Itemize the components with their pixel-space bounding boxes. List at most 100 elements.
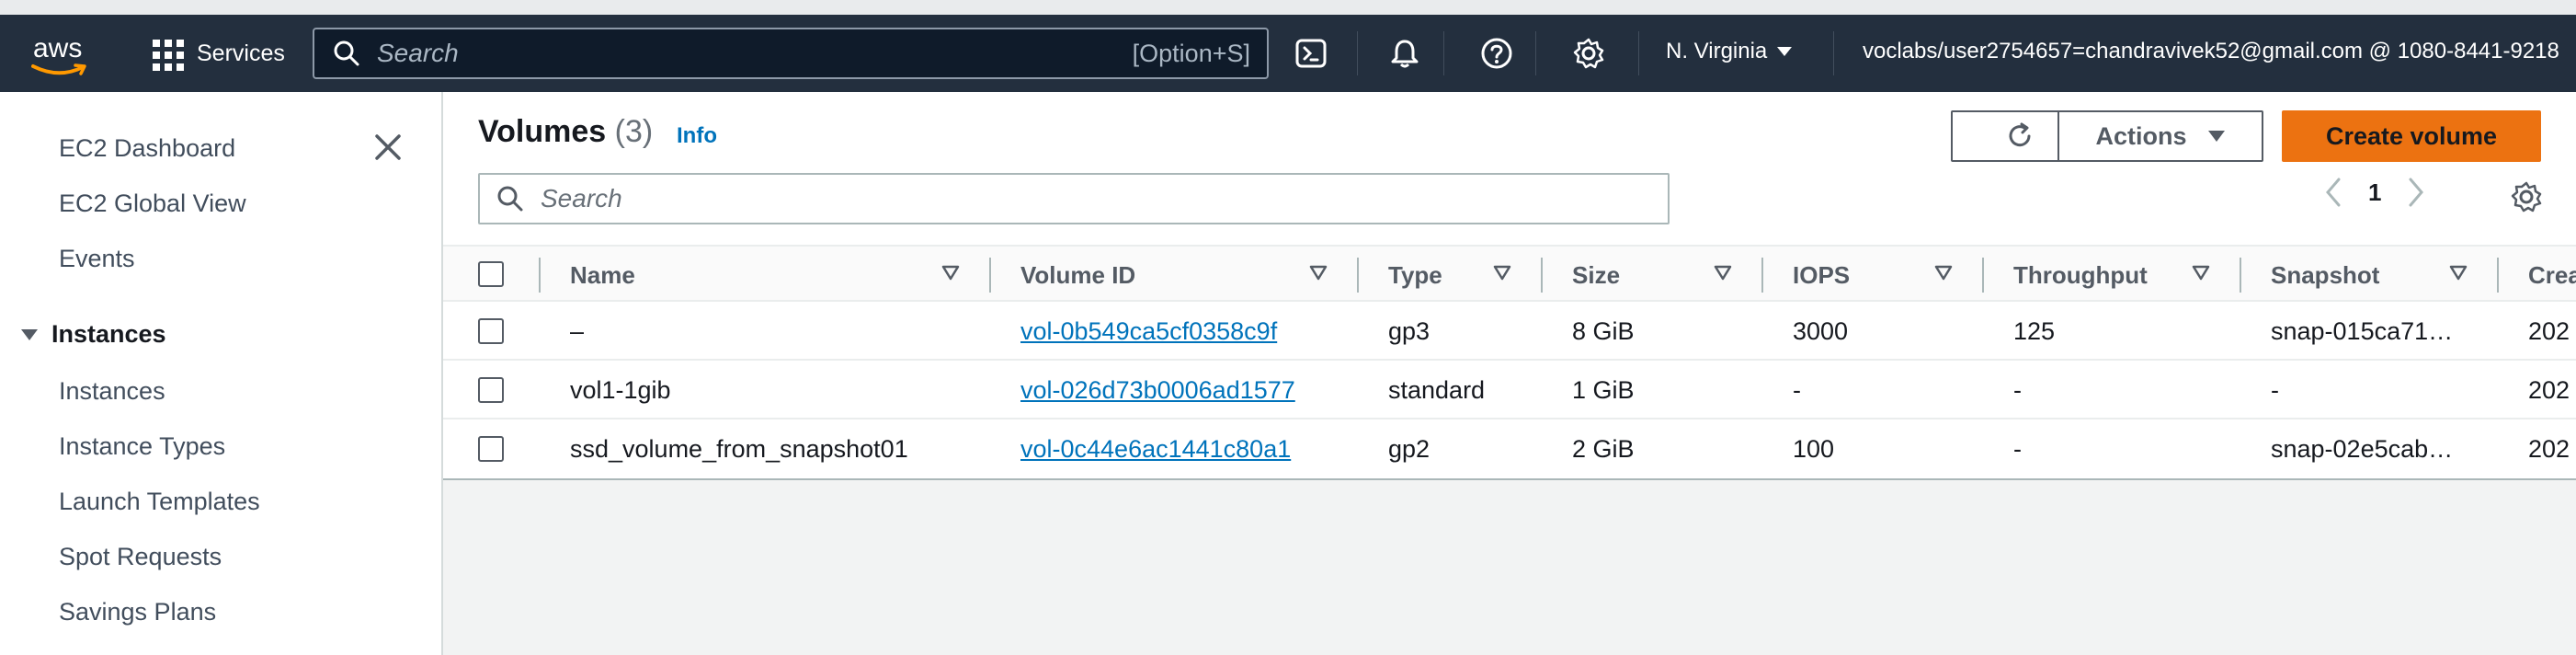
column-separator bbox=[2497, 258, 2499, 293]
cloudshell-icon[interactable] bbox=[1293, 35, 1329, 72]
column-header-name[interactable]: Name bbox=[570, 261, 635, 290]
chevron-right-icon[interactable] bbox=[2407, 177, 2425, 208]
aws-logo[interactable]: aws bbox=[28, 29, 96, 77]
table-row[interactable]: ssd_volume_from_snapshot01 vol-0c44e6ac1… bbox=[443, 419, 2576, 478]
page-number[interactable]: 1 bbox=[2368, 178, 2381, 207]
cell-throughput: - bbox=[2013, 435, 2022, 463]
sidebar-item-instances[interactable]: Instances bbox=[59, 377, 165, 406]
sort-icon[interactable] bbox=[1309, 265, 1328, 282]
divider bbox=[1638, 31, 1639, 75]
region-label: N. Virginia bbox=[1666, 39, 1768, 63]
page-title: Volumes (3) bbox=[478, 114, 653, 150]
sort-icon[interactable] bbox=[941, 265, 960, 282]
select-all-checkbox[interactable] bbox=[478, 261, 504, 287]
create-volume-button[interactable]: Create volume bbox=[2282, 110, 2541, 162]
cell-type: gp3 bbox=[1388, 317, 1430, 345]
actions-label: Actions bbox=[2095, 121, 2187, 150]
cell-name: vol1-1gib bbox=[570, 376, 671, 404]
sort-icon[interactable] bbox=[1493, 265, 1511, 282]
sidebar-item-ec2-global-view[interactable]: EC2 Global View bbox=[59, 190, 246, 218]
sort-icon[interactable] bbox=[1934, 265, 1953, 282]
column-separator bbox=[989, 258, 991, 293]
table-row[interactable]: – vol-0b549ca5cf0358c9f gp3 8 GiB 3000 1… bbox=[443, 302, 2576, 361]
cell-type: gp2 bbox=[1388, 435, 1430, 463]
table-row[interactable]: vol1-1gib vol-026d73b0006ad1577 standard… bbox=[443, 361, 2576, 419]
caret-down-icon bbox=[2207, 131, 2225, 142]
cell-iops: 100 bbox=[1793, 435, 1835, 463]
services-button[interactable]: Services bbox=[151, 33, 285, 74]
column-header-throughput[interactable]: Throughput bbox=[2013, 261, 2148, 290]
search-shortcut-hint: [Option+S] bbox=[1132, 39, 1250, 67]
sidebar-item-instance-types[interactable]: Instance Types bbox=[59, 432, 225, 461]
column-separator bbox=[2240, 258, 2241, 293]
table-search-input[interactable] bbox=[541, 184, 1644, 213]
cell-type: standard bbox=[1388, 376, 1486, 404]
aws-smile-icon bbox=[31, 63, 86, 75]
column-header-iops[interactable]: IOPS bbox=[1793, 261, 1850, 290]
info-link[interactable]: Info bbox=[677, 123, 717, 149]
region-selector[interactable]: N. Virginia bbox=[1666, 39, 1793, 64]
row-checkbox[interactable] bbox=[478, 377, 504, 403]
cell-volume-id-link[interactable]: vol-0c44e6ac1441c80a1 bbox=[1020, 435, 1291, 464]
sidebar: EC2 Dashboard EC2 Global View Events Ins… bbox=[0, 92, 443, 655]
cell-snapshot: snap-015ca71… bbox=[2271, 317, 2454, 345]
browser-strip bbox=[0, 0, 2576, 15]
pagination: 1 bbox=[2324, 177, 2425, 208]
caret-down-icon bbox=[21, 328, 38, 340]
sidebar-item-launch-templates[interactable]: Launch Templates bbox=[59, 488, 260, 516]
volumes-table-panel: Volumes (3) Info Actions Create volume 1 bbox=[443, 92, 2576, 480]
row-checkbox[interactable] bbox=[478, 318, 504, 344]
sidebar-item-ec2-dashboard[interactable]: EC2 Dashboard bbox=[59, 134, 235, 163]
table-search[interactable] bbox=[478, 173, 1670, 224]
cell-iops: - bbox=[1793, 376, 1801, 404]
help-icon[interactable] bbox=[1478, 35, 1515, 72]
chevron-left-icon[interactable] bbox=[2324, 177, 2342, 208]
row-checkbox[interactable] bbox=[478, 436, 504, 462]
main-content: Volumes (3) Info Actions Create volume 1 bbox=[443, 92, 2576, 655]
cell-volume-id-link[interactable]: vol-0b549ca5cf0358c9f bbox=[1020, 317, 1277, 346]
sort-icon[interactable] bbox=[2449, 265, 2468, 282]
top-navigation-bar: aws Services [Option+S] bbox=[0, 15, 2576, 92]
cell-volume-id-link[interactable]: vol-026d73b0006ad1577 bbox=[1020, 376, 1295, 405]
cell-created: 202 bbox=[2528, 435, 2570, 463]
cell-iops: 3000 bbox=[1793, 317, 1849, 345]
account-menu[interactable]: voclabs/user2754657=chandravivek52@gmail… bbox=[1863, 39, 2559, 64]
sidebar-item-savings-plans[interactable]: Savings Plans bbox=[59, 598, 216, 626]
sidebar-section-instances[interactable]: Instances bbox=[20, 320, 166, 349]
column-separator bbox=[1541, 258, 1543, 293]
table-settings-gear-icon[interactable] bbox=[2510, 180, 2543, 213]
column-header-volume-id[interactable]: Volume ID bbox=[1020, 261, 1135, 290]
cell-created: 202 bbox=[2528, 376, 2570, 404]
cell-snapshot: - bbox=[2271, 376, 2279, 404]
sort-icon[interactable] bbox=[1714, 265, 1732, 282]
services-label: Services bbox=[197, 40, 285, 66]
sort-icon[interactable] bbox=[2192, 265, 2210, 282]
divider bbox=[1357, 31, 1358, 75]
divider bbox=[1443, 31, 1444, 75]
column-separator bbox=[1357, 258, 1359, 293]
sidebar-item-events[interactable]: Events bbox=[59, 245, 135, 273]
global-search[interactable]: [Option+S] bbox=[313, 28, 1269, 79]
cell-size: 1 GiB bbox=[1572, 376, 1635, 404]
column-header-type[interactable]: Type bbox=[1388, 261, 1442, 290]
column-header-snapshot[interactable]: Snapshot bbox=[2271, 261, 2379, 290]
global-search-input[interactable] bbox=[377, 39, 1094, 68]
table-header: Name Volume ID Type Size IOPS Throughput… bbox=[443, 245, 2576, 302]
sidebar-item-spot-requests[interactable]: Spot Requests bbox=[59, 543, 222, 571]
page-title-text: Volumes bbox=[478, 114, 607, 149]
bell-icon[interactable] bbox=[1386, 35, 1423, 72]
column-header-created[interactable]: Created bbox=[2528, 261, 2576, 290]
refresh-icon bbox=[2009, 122, 2031, 147]
apps-grid-icon bbox=[151, 38, 184, 71]
close-icon[interactable] bbox=[370, 129, 406, 166]
search-icon bbox=[497, 186, 523, 212]
cell-name: ssd_volume_from_snapshot01 bbox=[570, 435, 908, 463]
gear-icon[interactable] bbox=[1570, 35, 1607, 72]
cell-snapshot: snap-02e5cab… bbox=[2271, 435, 2454, 463]
cell-throughput: 125 bbox=[2013, 317, 2056, 345]
divider bbox=[1833, 31, 1834, 75]
column-separator bbox=[1761, 258, 1763, 293]
column-header-size[interactable]: Size bbox=[1572, 261, 1620, 290]
actions-button[interactable]: Actions bbox=[2057, 110, 2263, 162]
caret-down-icon bbox=[1777, 47, 1793, 56]
